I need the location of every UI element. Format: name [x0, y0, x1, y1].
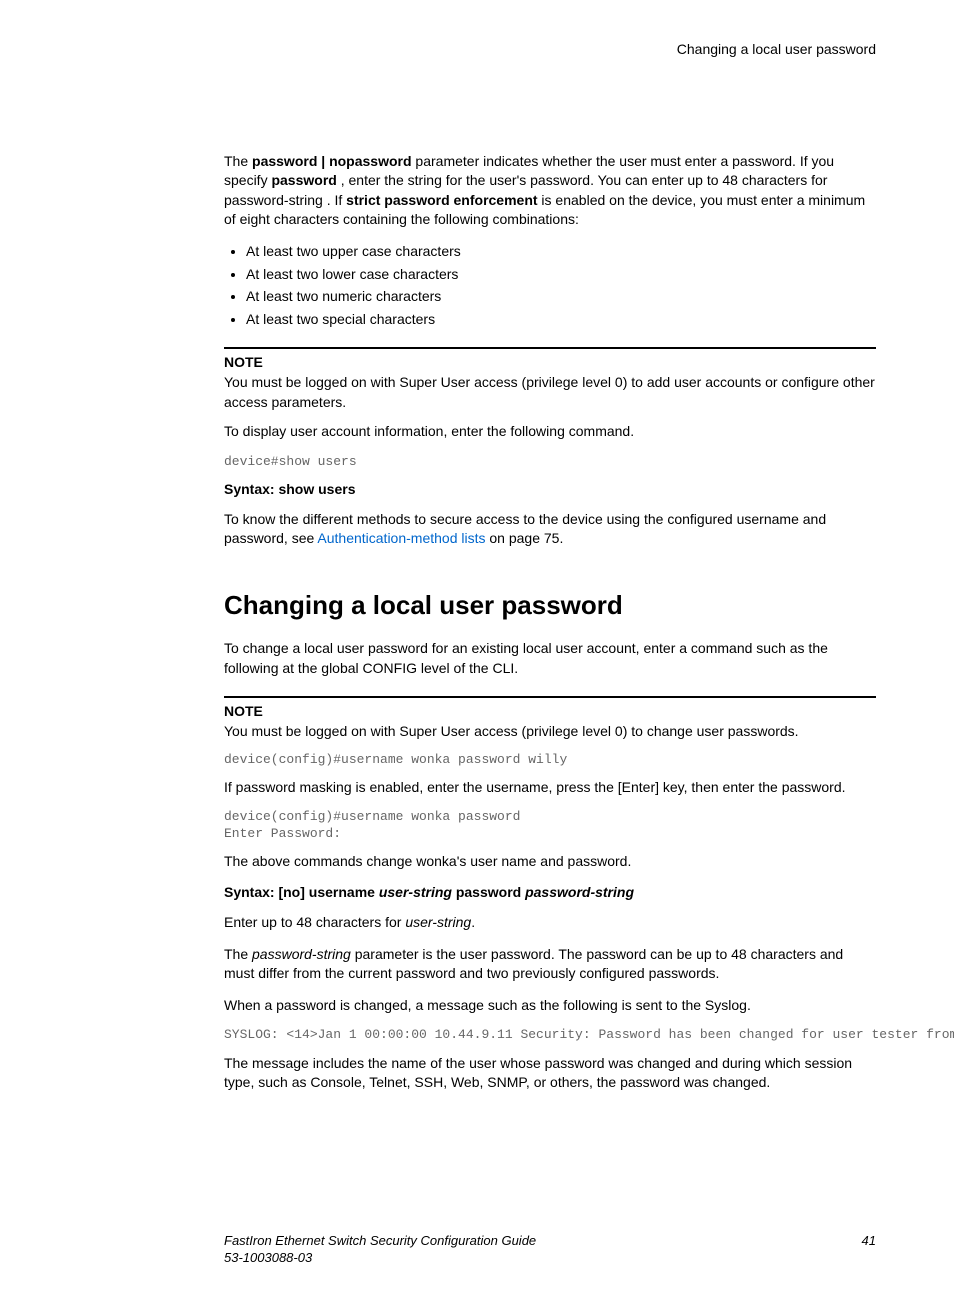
code-show-users: device#show users — [224, 454, 876, 470]
section-heading: Changing a local user password — [224, 587, 876, 623]
code-syslog: SYSLOG: <14>Jan 1 00:00:00 10.44.9.11 Se… — [224, 1027, 876, 1043]
code-username-password: device(config)#username wonka password w… — [224, 752, 876, 768]
list-item: At least two numeric characters — [246, 287, 876, 307]
auth-method-link[interactable]: Authentication-method lists — [317, 530, 485, 546]
param-password: password — [271, 172, 336, 188]
note-label: NOTE — [224, 353, 876, 373]
list-item: At least two special characters — [246, 310, 876, 330]
note-text: You must be logged on with Super User ac… — [224, 722, 876, 742]
above-commands-text: The above commands change wonka's user n… — [224, 852, 876, 872]
text: Enter up to 48 characters for — [224, 914, 405, 930]
page-footer: FastIron Ethernet Switch Security Config… — [224, 1233, 876, 1267]
masking-text: If password masking is enabled, enter th… — [224, 778, 876, 798]
list-item: At least two lower case characters — [246, 265, 876, 285]
password-string-param-text: The password-string parameter is the use… — [224, 945, 876, 984]
code-enter-password: device(config)#username wonka password E… — [224, 809, 876, 842]
note-text: You must be logged on with Super User ac… — [224, 373, 876, 412]
text: password — [452, 884, 525, 900]
param-strict-enforcement: strict password enforcement — [346, 192, 537, 208]
note-label: NOTE — [224, 702, 876, 722]
intro-paragraph: The password | nopassword parameter indi… — [224, 152, 876, 230]
syslog-intro: When a password is changed, a message su… — [224, 996, 876, 1016]
change-intro: To change a local user password for an e… — [224, 639, 876, 678]
running-header: Changing a local user password — [224, 40, 876, 60]
text: The — [224, 946, 252, 962]
syntax-show-users: Syntax: show users — [224, 480, 876, 500]
enter-chars-text: Enter up to 48 characters for user-strin… — [224, 913, 876, 933]
syntax-username: Syntax: [no] username user-string passwo… — [224, 883, 876, 903]
requirements-list: At least two upper case characters At le… — [224, 242, 876, 329]
text: The — [224, 153, 252, 169]
syntax-password-string: password-string — [525, 884, 634, 900]
doc-number: 53-1003088-03 — [224, 1250, 536, 1267]
text: Syntax: [no] username — [224, 884, 379, 900]
password-string-ital: password-string — [252, 946, 351, 962]
final-message: The message includes the name of the use… — [224, 1054, 876, 1093]
page-number: 41 — [862, 1233, 876, 1267]
param-password-nopassword: password | nopassword — [252, 153, 412, 169]
footer-left: FastIron Ethernet Switch Security Config… — [224, 1233, 536, 1267]
display-command-intro: To display user account information, ent… — [224, 422, 876, 442]
syntax-user-string: user-string — [379, 884, 452, 900]
methods-paragraph: To know the different methods to secure … — [224, 510, 876, 549]
text: on page 75. — [485, 530, 563, 546]
note-divider — [224, 347, 876, 349]
text: . — [471, 914, 475, 930]
doc-title: FastIron Ethernet Switch Security Config… — [224, 1233, 536, 1250]
note-divider — [224, 696, 876, 698]
user-string-ital: user-string — [405, 914, 471, 930]
list-item: At least two upper case characters — [246, 242, 876, 262]
